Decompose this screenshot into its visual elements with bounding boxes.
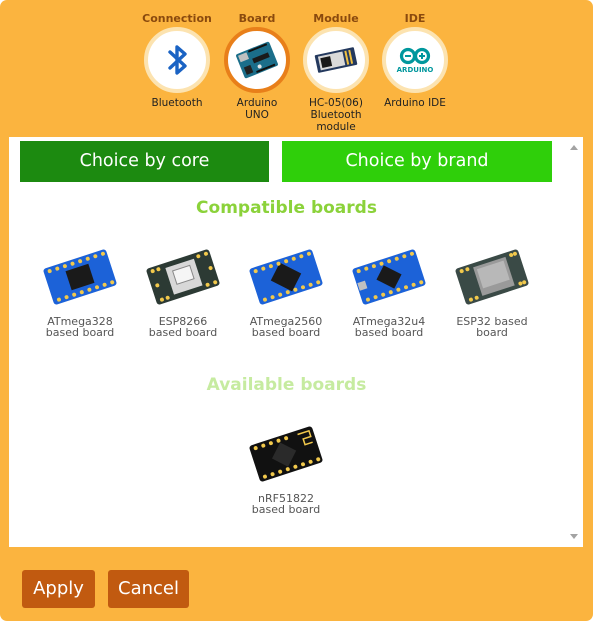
- board-label-line2: based board: [354, 326, 424, 339]
- scrollbar[interactable]: [566, 137, 583, 547]
- arduino-logo-text: ARDUINO: [397, 66, 434, 74]
- step-module[interactable]: Module HC-05(06) Bluetooth module: [296, 12, 376, 133]
- available-boards-heading: Available boards: [206, 375, 367, 395]
- scroll-down-arrow-icon[interactable]: [570, 534, 578, 539]
- board-atmega32u4[interactable]: ATmega32u4 based board: [341, 242, 437, 338]
- board-esp32[interactable]: ESP32 based board: [444, 242, 540, 338]
- apply-button[interactable]: Apply: [22, 570, 95, 608]
- board-atmega2560[interactable]: ATmega2560 based board: [238, 242, 334, 338]
- tab-choice-by-brand[interactable]: Choice by brand: [282, 141, 552, 182]
- board-label-line2: board: [476, 326, 508, 339]
- blue-board-icon: [352, 249, 426, 305]
- step-label: HC-05(06) Bluetooth module: [309, 97, 363, 133]
- board-label-line2: based board: [45, 326, 115, 339]
- board-label-line2: based board: [251, 503, 321, 516]
- step-label: Arduino IDE: [384, 97, 446, 109]
- step-label: Arduino UNO: [236, 97, 278, 121]
- compatible-boards-heading: Compatible boards: [196, 198, 377, 218]
- tab-choice-by-core[interactable]: Choice by core: [20, 141, 269, 182]
- nrf51822-board-icon: [249, 426, 323, 482]
- board-list-panel: Choice by core Choice by brand Compatibl…: [9, 137, 583, 547]
- esp32-board-icon: [455, 249, 529, 305]
- bluetooth-icon: [168, 45, 187, 75]
- board-label-line2: based board: [251, 326, 321, 339]
- step-connection[interactable]: Connection Bluetooth: [137, 12, 217, 109]
- step-ide[interactable]: IDE ARDUINO Arduino IDE: [375, 12, 455, 109]
- step-title: IDE: [404, 12, 426, 25]
- scroll-up-arrow-icon[interactable]: [570, 145, 578, 150]
- cancel-button[interactable]: Cancel: [108, 570, 189, 608]
- step-circle[interactable]: [303, 27, 369, 93]
- step-circle[interactable]: [144, 27, 210, 93]
- step-board[interactable]: Board Arduino UNO: [217, 12, 297, 121]
- blue-board-icon: [249, 249, 323, 305]
- step-title: Module: [313, 12, 359, 25]
- arduino-ide-logo-icon: ARDUINO: [393, 38, 437, 82]
- board-selection-dialog: Connection Bluetooth Board Arduino UNO M…: [0, 0, 593, 621]
- board-esp8266[interactable]: ESP8266 based board: [135, 242, 231, 338]
- arduino-uno-board-icon: [236, 41, 278, 79]
- step-circle[interactable]: ARDUINO: [382, 27, 448, 93]
- esp8266-board-icon: [146, 249, 220, 305]
- board-nrf51822[interactable]: nRF51822 based board: [238, 419, 334, 515]
- step-circle[interactable]: [224, 27, 290, 93]
- step-label: Bluetooth: [151, 97, 203, 109]
- step-title: Board: [238, 12, 276, 25]
- blue-board-icon: [43, 249, 117, 305]
- step-title: Connection: [142, 12, 212, 25]
- board-label-line2: based board: [148, 326, 218, 339]
- board-atmega328[interactable]: ATmega328 based board: [32, 242, 128, 338]
- hc05-module-icon: [314, 47, 358, 73]
